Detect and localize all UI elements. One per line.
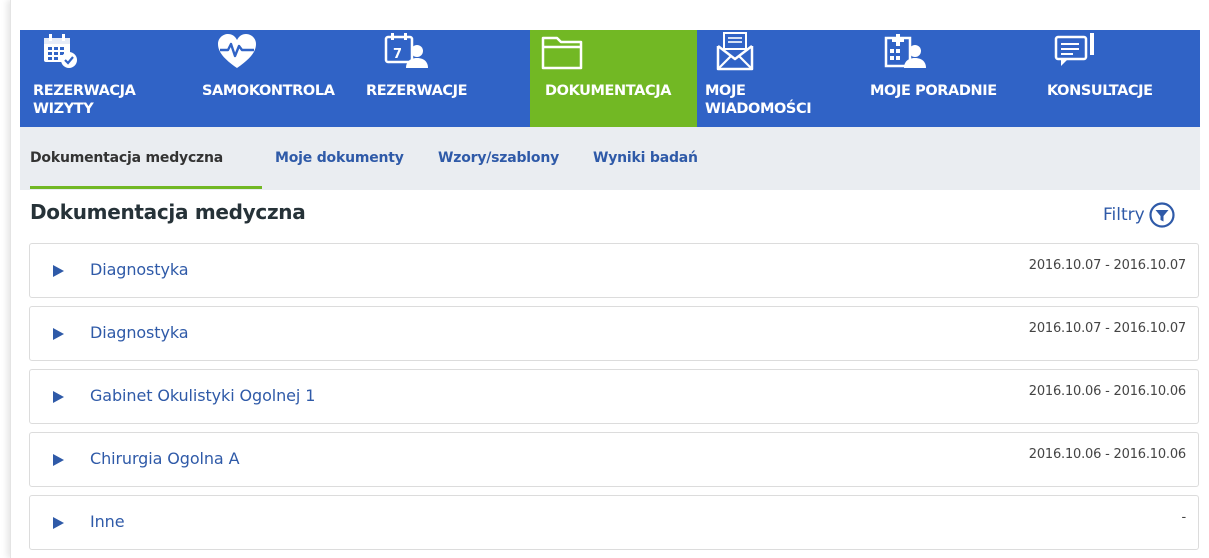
list-item-name[interactable]: Chirurgia Ogolna A <box>90 449 240 468</box>
nav-item-samokontrola[interactable]: SAMOKONTROLA <box>190 30 360 127</box>
nav-label-moje-poradnie: MOJE PORADNIE <box>870 83 997 99</box>
heart-pulse-icon <box>218 34 256 68</box>
nav-item-dokumentacja[interactable]: DOKUMENTACJA <box>530 30 697 127</box>
expand-arrow-icon[interactable] <box>52 327 65 341</box>
nav-label-moje-wiadomosci: MOJE WIADOMOŚCI <box>705 83 812 117</box>
list-item-name[interactable]: Inne <box>90 512 125 531</box>
list-item[interactable]: Diagnostyka 2016.10.07 - 2016.10.07 <box>29 243 1199 298</box>
list-item[interactable]: Inne - <box>29 495 1199 550</box>
list-item-date: 2016.10.06 - 2016.10.06 <box>1028 447 1186 462</box>
page-title: Dokumentacja medyczna <box>30 200 306 224</box>
expand-arrow-icon[interactable] <box>52 264 65 278</box>
list-item-name[interactable]: Diagnostyka <box>90 323 189 342</box>
tab-wzory-szablony[interactable]: Wzory/szablony <box>438 150 559 166</box>
list-item[interactable]: Chirurgia Ogolna A 2016.10.06 - 2016.10.… <box>29 432 1199 487</box>
chat-bubble-icon <box>1054 33 1094 66</box>
nav-item-konsultacje[interactable]: KONSULTACJE <box>1037 30 1200 127</box>
list-item-name[interactable]: Diagnostyka <box>90 260 189 279</box>
expand-arrow-icon[interactable] <box>52 516 65 530</box>
documentation-list: Diagnostyka 2016.10.07 - 2016.10.07 Diag… <box>29 243 1199 558</box>
calendar-person-icon: 7 <box>384 33 428 68</box>
list-item-date: 2016.10.07 - 2016.10.07 <box>1028 258 1186 273</box>
nav-label-samokontrola: SAMOKONTROLA <box>202 83 335 99</box>
list-item-date: 2016.10.06 - 2016.10.06 <box>1028 384 1186 399</box>
nav-item-moje-wiadomosci[interactable]: MOJE WIADOMOŚCI <box>697 30 867 127</box>
main-navigation: REZERWACJA WIZYTY SAMOKONTROLA 7 REZERWA… <box>20 30 1200 127</box>
nav-label-dokumentacja: DOKUMENTACJA <box>545 83 672 99</box>
nav-item-rezerwacja-wizyty[interactable]: REZERWACJA WIZYTY <box>20 30 190 127</box>
nav-item-rezerwacje[interactable]: 7 REZERWACJE <box>360 30 530 127</box>
nav-label-rezerwacje: REZERWACJE <box>366 83 468 99</box>
list-item[interactable]: Diagnostyka 2016.10.07 - 2016.10.07 <box>29 306 1199 361</box>
filters-label: Filtry <box>1103 205 1145 225</box>
nav-item-moje-poradnie[interactable]: MOJE PORADNIE <box>867 30 1037 127</box>
hospital-person-icon <box>884 34 926 68</box>
list-item[interactable]: Gabinet Okulistyki Ogolnej 1 2016.10.06 … <box>29 369 1199 424</box>
active-tab-indicator <box>30 186 262 189</box>
expand-arrow-icon[interactable] <box>52 390 65 404</box>
svg-text:7: 7 <box>393 47 402 62</box>
list-item-date: 2016.10.07 - 2016.10.07 <box>1028 321 1186 336</box>
list-item-name[interactable]: Gabinet Okulistyki Ogolnej 1 <box>90 386 315 405</box>
tab-wyniki-badan[interactable]: Wyniki badań <box>593 150 698 166</box>
nav-label-rezerwacja-wizyty: REZERWACJA WIZYTY <box>33 83 136 117</box>
tab-dokumentacja-medyczna[interactable]: Dokumentacja medyczna <box>30 150 223 166</box>
sub-navigation: Dokumentacja medyczna Moje dokumenty Wzo… <box>20 127 1200 190</box>
tab-moje-dokumenty[interactable]: Moje dokumenty <box>275 150 404 166</box>
filter-icon <box>1149 202 1175 228</box>
list-item-date: - <box>1181 510 1187 525</box>
calendar-check-icon <box>44 34 77 68</box>
envelope-icon <box>716 32 754 71</box>
expand-arrow-icon[interactable] <box>52 453 65 467</box>
filters-button[interactable]: Filtry <box>1103 201 1175 229</box>
nav-label-konsultacje: KONSULTACJE <box>1047 83 1153 99</box>
folder-icon <box>541 36 583 70</box>
